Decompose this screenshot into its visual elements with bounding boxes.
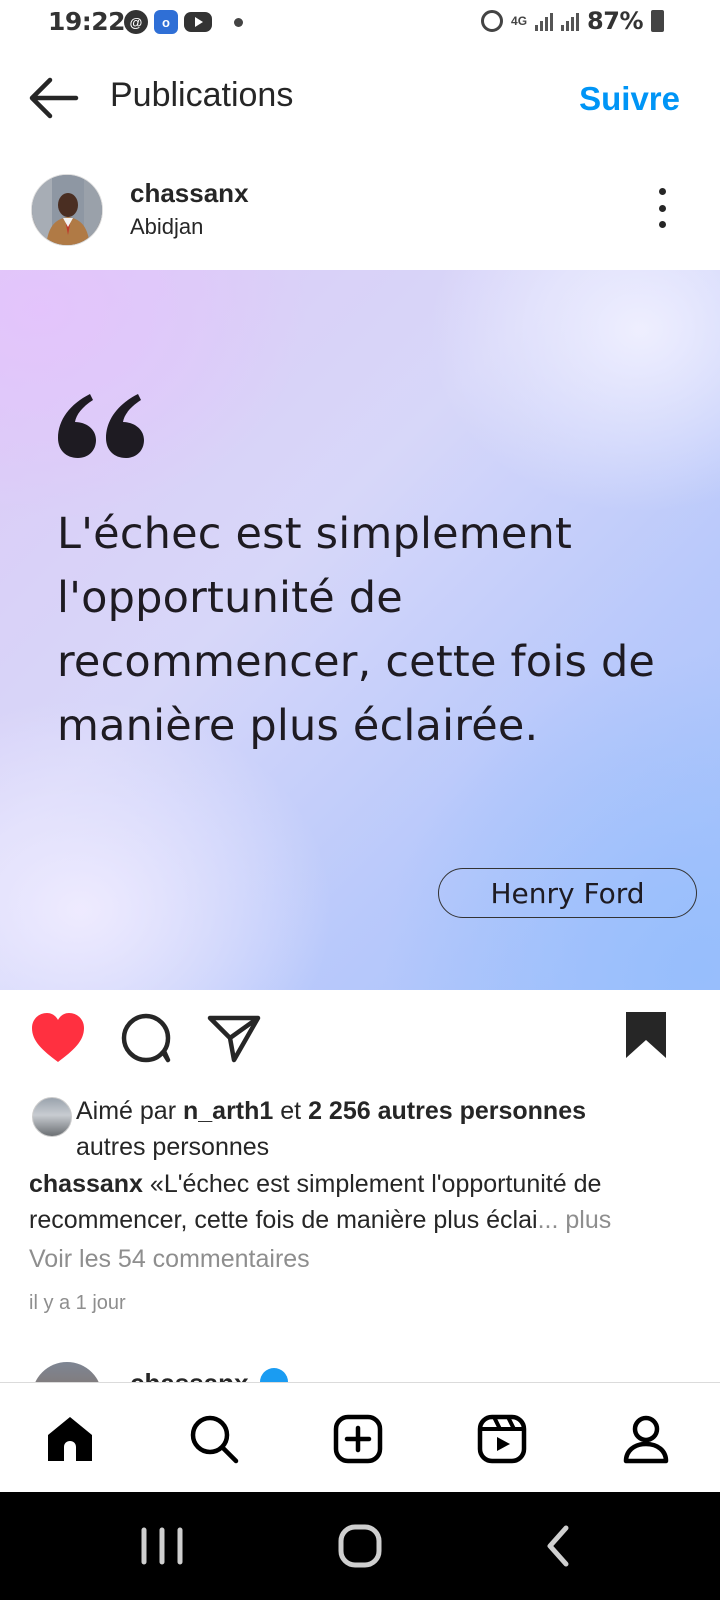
threads-icon: @ (124, 10, 148, 34)
more-notifications-dot (234, 17, 243, 27)
battery-percent: 87% (587, 7, 643, 35)
nav-create[interactable] (332, 1413, 384, 1465)
plus-square-icon (333, 1414, 383, 1464)
reels-icon (477, 1414, 527, 1464)
verified-badge-icon (260, 1368, 288, 1382)
top-bar: Publications Suivre (0, 58, 720, 138)
recent-apps-button[interactable] (132, 1518, 192, 1574)
recent-apps-icon (141, 1527, 183, 1565)
chevron-left-icon (547, 1525, 569, 1567)
outlook-icon: o (154, 10, 178, 34)
nav-home[interactable] (44, 1413, 96, 1465)
status-bar: 19:22 @ o 4G 87% (0, 0, 720, 48)
likes-conjunction: et (280, 1097, 302, 1125)
avatar[interactable] (31, 174, 103, 246)
system-indicators: 4G 87% (481, 7, 664, 35)
bookmark-filled-icon (626, 1012, 666, 1058)
profile-icon (623, 1415, 669, 1464)
view-comments-link[interactable]: Voir les 54 commentaires (29, 1245, 310, 1274)
post-caption[interactable]: chassanx «L'échec est simplement l'oppor… (29, 1166, 689, 1238)
page-title: Publications (110, 76, 294, 114)
nav-reels[interactable] (476, 1413, 528, 1465)
liker-avatar (32, 1097, 72, 1137)
network-type: 4G (511, 13, 528, 28)
comment-button[interactable] (118, 1010, 178, 1070)
more-options-button[interactable] (650, 188, 674, 228)
likes-overflow: autres personnes (76, 1133, 270, 1161)
back-button[interactable] (26, 74, 82, 122)
post-username[interactable]: chassanx (130, 178, 249, 209)
post-header: chassanx Abidjan (0, 170, 720, 254)
next-post-header: chassanx (0, 1350, 720, 1382)
likes-prefix: Aimé par (76, 1097, 177, 1125)
dot-icon (658, 221, 666, 228)
heart-filled-icon (32, 1013, 84, 1062)
caption-ellipsis: ... (537, 1206, 559, 1234)
home-circle-icon (338, 1524, 382, 1568)
search-icon (190, 1415, 239, 1464)
battery-icon (651, 10, 664, 32)
dot-icon (658, 204, 666, 212)
signal-icon-2 (561, 11, 580, 31)
notification-icons: @ o (124, 10, 243, 34)
alarm-icon (481, 10, 504, 32)
system-navigation-bar (0, 1492, 720, 1600)
system-back-button[interactable] (530, 1518, 590, 1574)
arrow-left-icon (29, 77, 79, 119)
status-time: 19:22 (48, 7, 126, 36)
caption-more-link[interactable]: plus (565, 1206, 611, 1234)
first-liker[interactable]: n_arth1 (183, 1097, 273, 1125)
post-actions (0, 1010, 720, 1076)
youtube-icon (184, 12, 212, 32)
caption-username[interactable]: chassanx (29, 1170, 143, 1198)
post-location[interactable]: Abidjan (130, 214, 203, 240)
avatar[interactable] (32, 1362, 102, 1382)
next-post-username[interactable]: chassanx (130, 1368, 249, 1382)
like-button[interactable] (28, 1010, 88, 1070)
quote-mark-icon (58, 394, 144, 458)
home-button[interactable] (330, 1518, 390, 1574)
bottom-navigation (0, 1382, 720, 1492)
post-image[interactable]: L'échec est simplement l'opportunité de … (0, 270, 720, 990)
likes-others[interactable]: 2 256 autres personnes (308, 1097, 586, 1125)
profile-photo (32, 175, 102, 245)
dot-icon (658, 188, 666, 195)
quote-author: Henry Ford (438, 868, 697, 918)
share-button[interactable] (206, 1010, 266, 1070)
follow-button[interactable]: Suivre (579, 80, 680, 118)
likes-line: Aimé par n_arth1 et 2 256 autres personn… (76, 1093, 676, 1129)
nav-search[interactable] (188, 1413, 240, 1465)
signal-icon (535, 11, 554, 31)
comment-icon (121, 1013, 171, 1063)
nav-profile[interactable] (620, 1413, 672, 1465)
save-button[interactable] (624, 1010, 684, 1070)
post-timestamp: il y a 1 jour (29, 1292, 126, 1314)
quote-text: L'échec est simplement l'opportunité de … (57, 509, 656, 751)
home-icon (48, 1417, 92, 1461)
send-icon (207, 1015, 261, 1063)
